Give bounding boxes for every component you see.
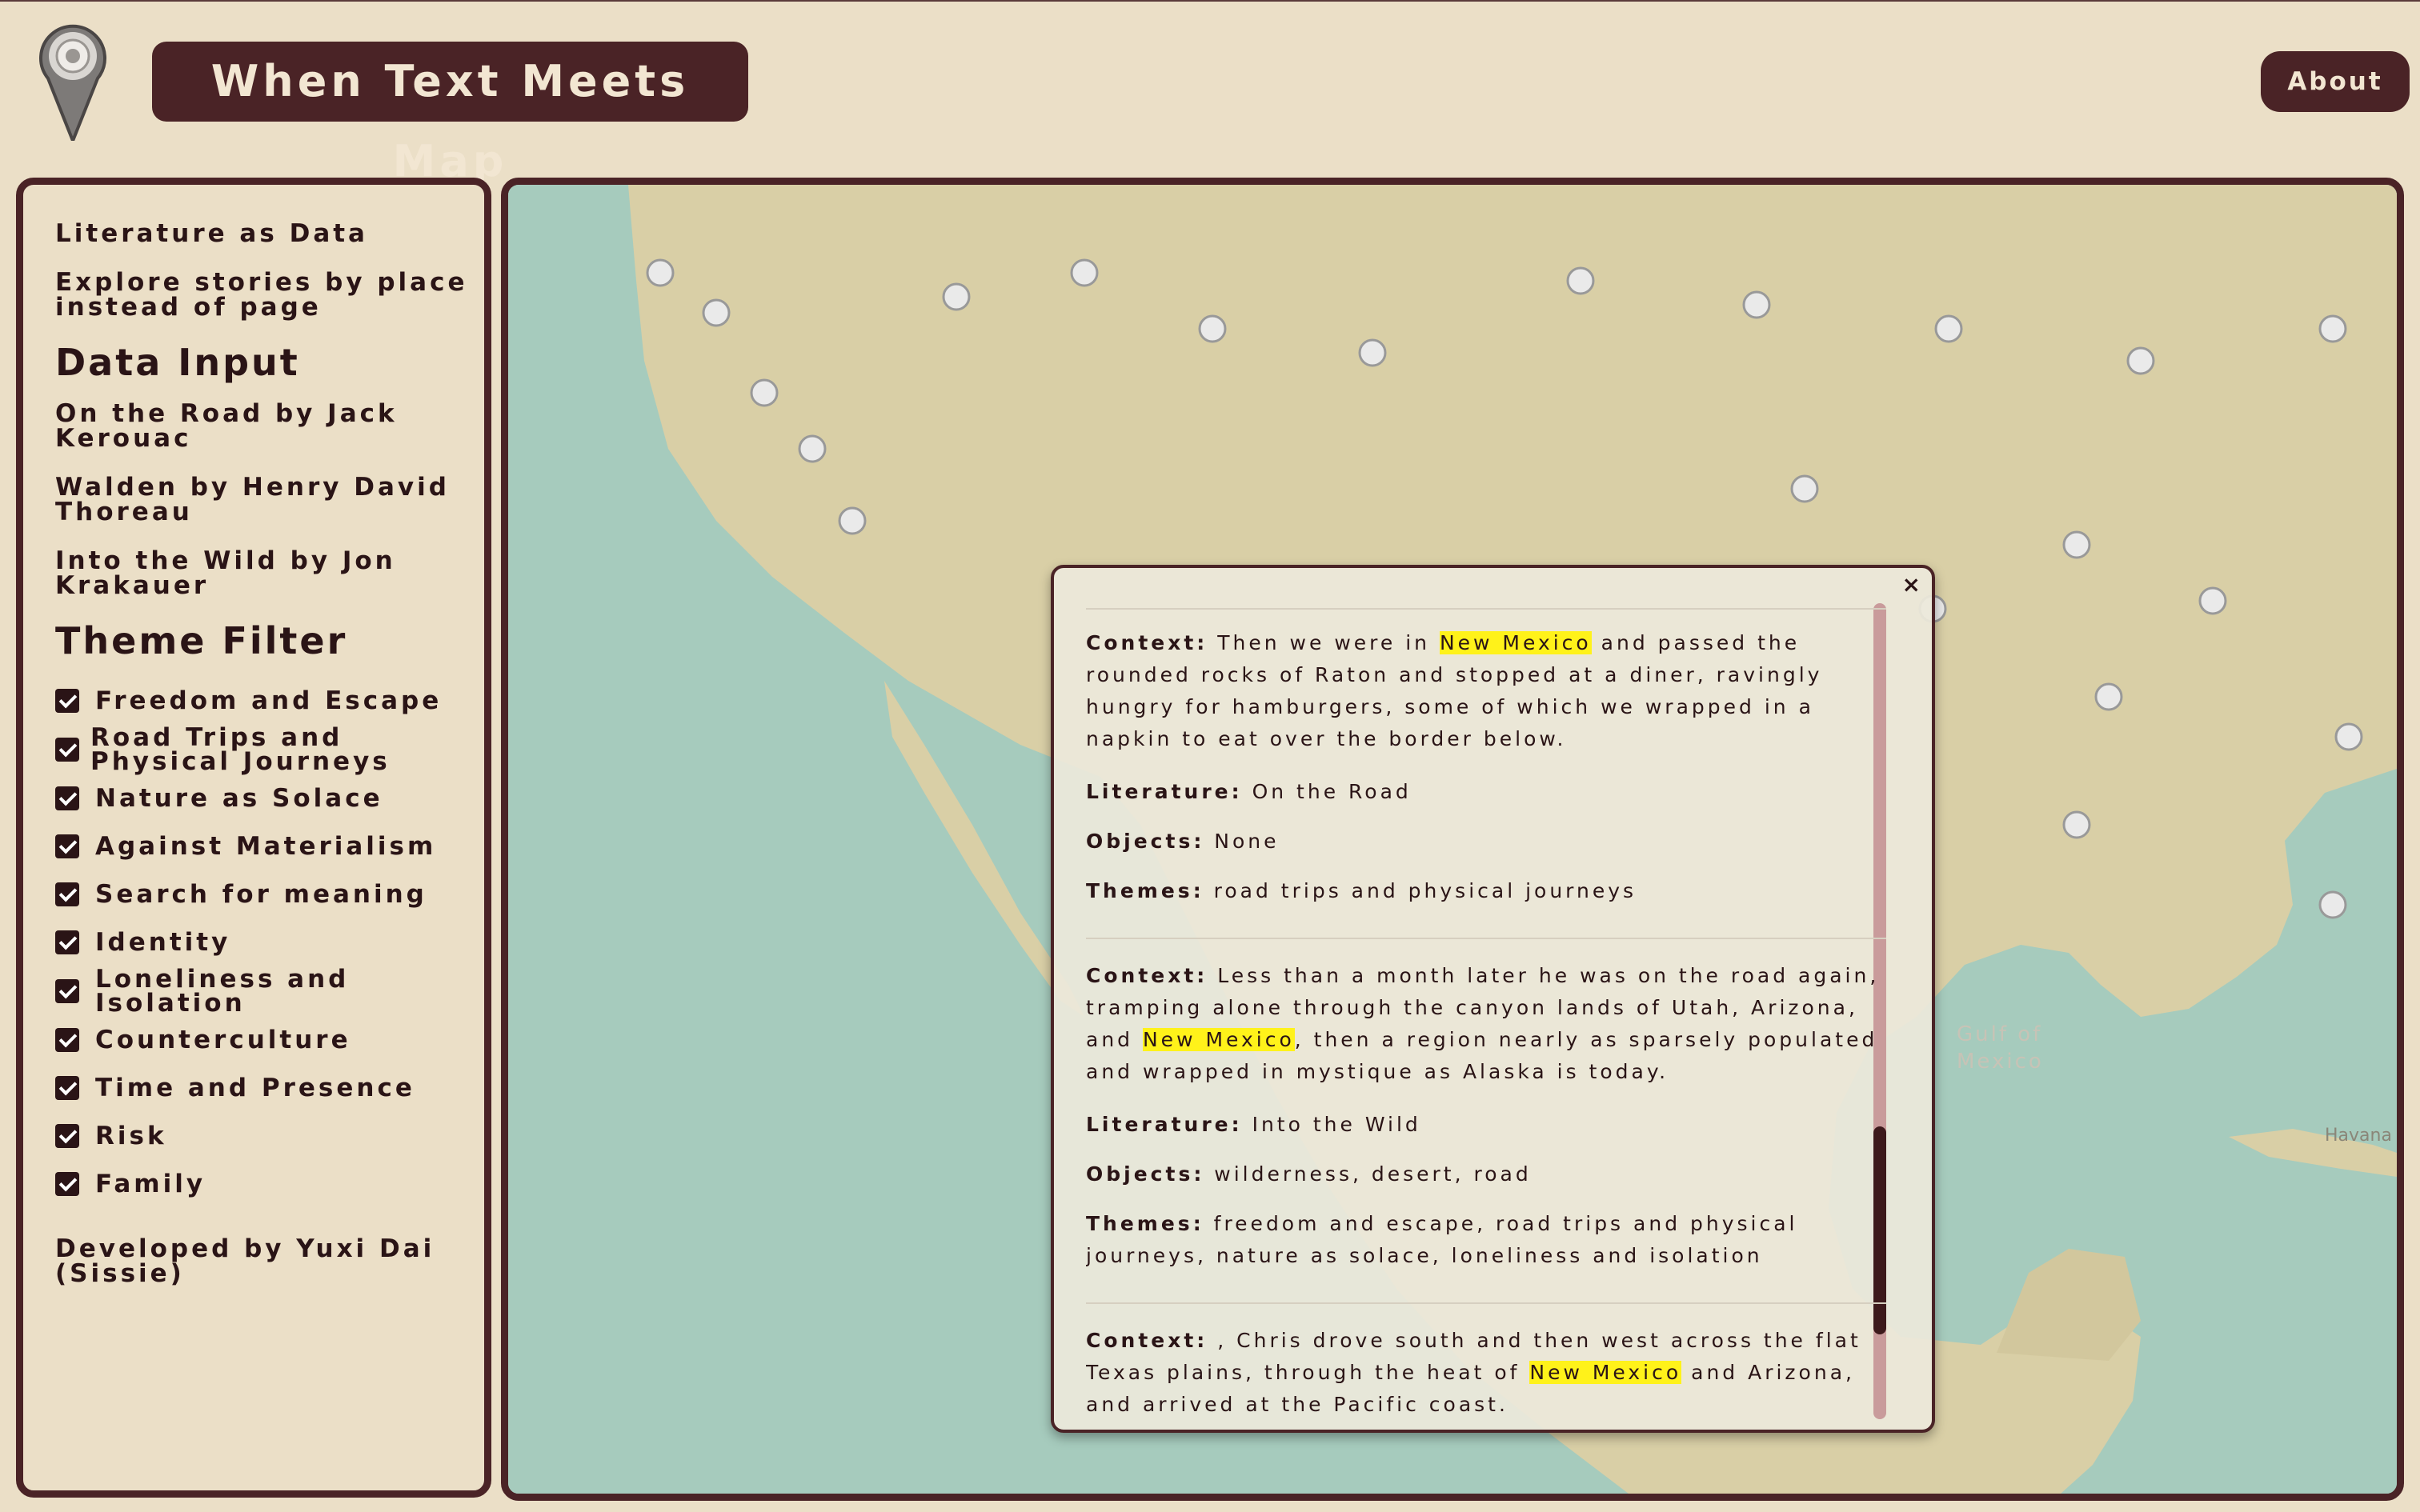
checkbox-icon[interactable] (55, 979, 79, 1003)
theme-road-trips[interactable]: Road Trips and Physical Journeys (55, 725, 484, 774)
checkbox-icon[interactable] (55, 1124, 79, 1148)
checkbox-icon[interactable] (55, 738, 79, 762)
theme-label: Search for meaning (95, 880, 427, 909)
literature-label: Literature: (1086, 1113, 1243, 1136)
context-label: Context: (1086, 631, 1208, 654)
theme-label: Identity (95, 928, 231, 957)
popup-entry: Context: Less than a month later he was … (1086, 960, 1886, 1304)
theme-label: Family (95, 1170, 206, 1198)
theme-nature-as-solace[interactable]: Nature as Solace (55, 774, 484, 822)
book-label: Thoreau (55, 498, 193, 526)
themes-label: Themes: (1086, 879, 1204, 902)
theme-against-materialism[interactable]: Against Materialism (55, 822, 484, 870)
checkbox-icon[interactable] (55, 1028, 79, 1052)
literature-value: On the Road (1242, 780, 1412, 803)
intro-subtitle-line2: instead of page (55, 293, 322, 322)
highlight-place: New Mexico (1529, 1361, 1682, 1384)
book-item[interactable]: On the Road by Jack Kerouac (55, 402, 484, 451)
gulf-label-line2: Mexico (1957, 1050, 2044, 1074)
credit-line1: Developed by Yuxi Dai (55, 1234, 435, 1263)
theme-search-for-meaning[interactable]: Search for meaning (55, 870, 484, 918)
theme-label: Counterculture (95, 1026, 351, 1054)
objects-value: wilderness, desert, road (1204, 1162, 1532, 1186)
data-input-heading: Data Input (55, 341, 300, 384)
close-icon[interactable]: × (1902, 571, 1921, 598)
literature-label: Literature: (1086, 780, 1243, 803)
theme-time-and-presence[interactable]: Time and Presence (55, 1064, 484, 1112)
havana-label: Havana (2325, 1126, 2392, 1146)
checkbox-icon[interactable] (55, 834, 79, 858)
checkbox-icon[interactable] (55, 930, 79, 954)
theme-label: Freedom and Escape (95, 686, 443, 715)
about-button[interactable]: About (2261, 51, 2410, 112)
highlight-place: New Mexico (1142, 1028, 1295, 1051)
book-label: Krakauer (55, 571, 210, 600)
theme-filter-heading: Theme Filter (55, 619, 348, 662)
theme-identity[interactable]: Identity (55, 918, 484, 966)
theme-label: Nature as Solace (95, 784, 383, 813)
book-label: Into the Wild by Jon (55, 546, 396, 575)
theme-label: Time and Presence (95, 1074, 415, 1102)
checkbox-icon[interactable] (55, 1172, 79, 1196)
themes-label: Themes: (1086, 1212, 1204, 1235)
book-item[interactable]: Into the Wild by Jon Krakauer (55, 549, 484, 598)
gulf-label-line1: Gulf of (1957, 1022, 2042, 1046)
theme-risk[interactable]: Risk (55, 1112, 484, 1160)
popup-content: Context: Then we were in New Mexico and … (1086, 608, 1886, 1416)
theme-counterculture[interactable]: Counterculture (55, 1016, 484, 1064)
context-label: Context: (1086, 964, 1208, 987)
popup-entry: Context: , Chris drove south and then we… (1086, 1325, 1886, 1416)
literature-value: Into the Wild (1242, 1113, 1421, 1136)
popup-entry: Context: Then we were in New Mexico and … (1086, 627, 1886, 939)
book-label: On the Road by Jack (55, 399, 398, 428)
location-popup[interactable]: × Context: Then we were in New Mexico an… (1051, 565, 1935, 1433)
credit-line2: (Sissie) (55, 1259, 185, 1288)
sidebar: Literature as Data Explore stories by pl… (16, 178, 491, 1498)
header: When Text Meets Map About (0, 0, 2420, 186)
theme-freedom-and-escape[interactable]: Freedom and Escape (55, 677, 484, 725)
themes-value: road trips and physical journeys (1204, 879, 1637, 902)
book-label: Kerouac (55, 424, 192, 453)
map-pin-logo-icon (39, 24, 106, 141)
book-label: Walden by Henry David (55, 473, 450, 502)
objects-label: Objects: (1086, 830, 1205, 853)
context-label: Context: (1086, 1329, 1208, 1352)
book-item[interactable]: Walden by Henry David Thoreau (55, 475, 484, 525)
theme-label: Risk (95, 1122, 167, 1150)
theme-family[interactable]: Family (55, 1160, 484, 1208)
checkbox-icon[interactable] (55, 786, 79, 810)
objects-value: None (1204, 830, 1280, 853)
checkbox-icon[interactable] (55, 689, 79, 713)
checkbox-icon[interactable] (55, 1076, 79, 1100)
app-title: When Text Meets Map (152, 42, 748, 186)
checkbox-icon[interactable] (55, 882, 79, 906)
context-text: Then we were in (1208, 631, 1440, 654)
theme-label: Loneliness and Isolation (95, 965, 350, 1018)
intro-text: Literature as Data (55, 219, 368, 248)
theme-loneliness[interactable]: Loneliness and Isolation (55, 966, 484, 1016)
objects-label: Objects: (1086, 1162, 1205, 1186)
theme-label: Road Trips and Physical Journeys (90, 723, 391, 776)
intro-subtitle-line1: Explore stories by place (55, 268, 468, 297)
theme-label: Against Materialism (95, 832, 437, 861)
highlight-place: New Mexico (1439, 631, 1592, 654)
